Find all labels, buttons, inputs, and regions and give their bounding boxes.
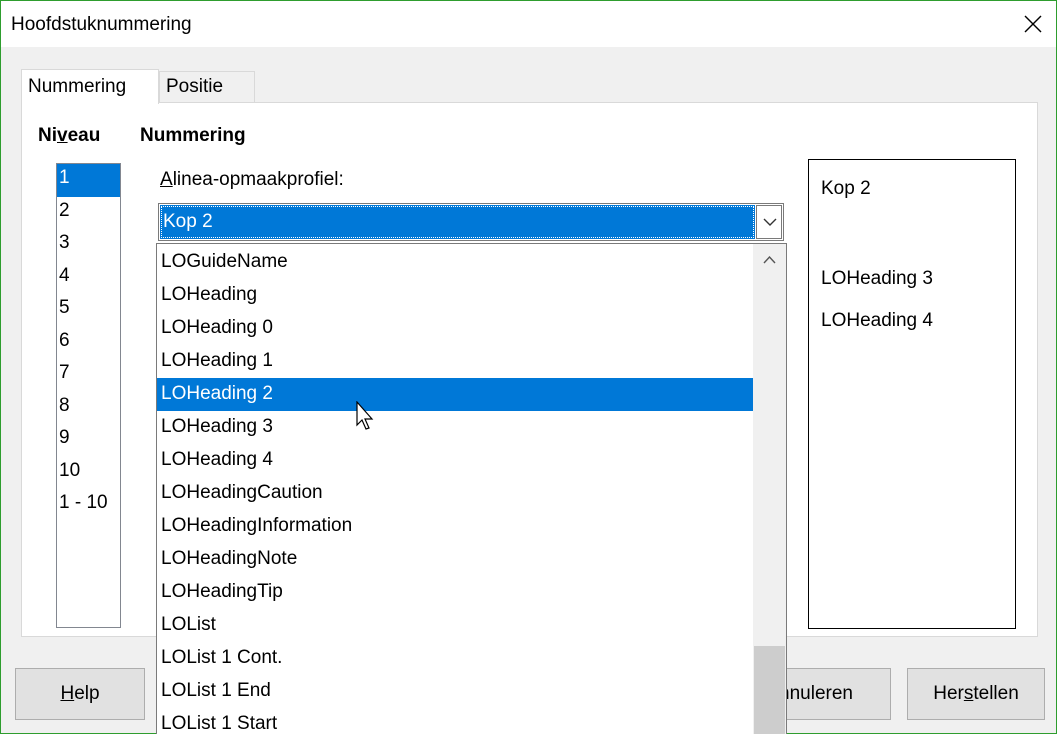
- level-item[interactable]: 6: [57, 327, 120, 360]
- dropdown-item[interactable]: LOHeadingCaution: [157, 477, 753, 510]
- level-item[interactable]: 8: [57, 392, 120, 425]
- preview-line: LOHeading 4: [821, 310, 933, 331]
- preview-line: LOHeading 3: [821, 268, 933, 289]
- dropdown-item[interactable]: LOHeadingInformation: [157, 510, 753, 543]
- scroll-up-button[interactable]: [753, 244, 786, 278]
- chevron-down-icon: [763, 218, 777, 226]
- help-button[interactable]: Help: [15, 668, 145, 720]
- mouse-pointer-icon: [356, 401, 374, 430]
- combobox-dropdown-button[interactable]: [756, 205, 782, 239]
- paragraph-style-dropdown-list[interactable]: LOGuideName LOHeading LOHeading 0 LOHead…: [156, 243, 787, 734]
- preview-pane: Kop 2 LOHeading 3 LOHeading 4: [808, 159, 1016, 629]
- level-item[interactable]: 4: [57, 262, 120, 295]
- dropdown-item[interactable]: LOHeadingNote: [157, 543, 753, 576]
- level-item[interactable]: 9: [57, 424, 120, 457]
- dropdown-scrollbar[interactable]: [753, 244, 786, 734]
- dropdown-item[interactable]: LOHeading 1: [157, 345, 753, 378]
- chevron-up-icon: [763, 256, 776, 264]
- dropdown-item[interactable]: LOGuideName: [157, 246, 753, 279]
- dropdown-item[interactable]: LOList 1 Start: [157, 708, 753, 734]
- paragraph-style-label: Alinea-opmaakprofiel:: [160, 169, 344, 190]
- level-item[interactable]: 3: [57, 229, 120, 262]
- tab-nummering[interactable]: Nummering: [21, 69, 159, 104]
- dropdown-item[interactable]: LOHeadingTip: [157, 576, 753, 609]
- window-title: Hoofdstuknummering: [11, 14, 192, 35]
- title-bar[interactable]: Hoofdstuknummering: [1, 1, 1056, 47]
- dropdown-item[interactable]: LOHeading 3: [157, 411, 753, 444]
- dropdown-item[interactable]: LOHeading 0: [157, 312, 753, 345]
- reset-button[interactable]: Herstellen: [907, 668, 1045, 720]
- level-item[interactable]: 5: [57, 294, 120, 327]
- niveau-heading: Niveau: [38, 125, 101, 146]
- close-button[interactable]: [1010, 1, 1056, 47]
- scroll-thumb[interactable]: [754, 646, 785, 734]
- level-list[interactable]: 1 2 3 4 5 6 7 8 9 10 1 - 10: [56, 163, 121, 628]
- dropdown-item-selected[interactable]: LOHeading 2: [157, 378, 753, 411]
- level-item[interactable]: 1: [57, 164, 120, 197]
- level-item[interactable]: 1 - 10: [57, 489, 120, 522]
- close-icon: [1024, 15, 1042, 33]
- dropdown-item[interactable]: LOHeading: [157, 279, 753, 312]
- level-item[interactable]: 7: [57, 359, 120, 392]
- dropdown-item[interactable]: LOList 1 Cont.: [157, 642, 753, 675]
- dropdown-item[interactable]: LOHeading 4: [157, 444, 753, 477]
- dropdown-item[interactable]: LOList: [157, 609, 753, 642]
- dropdown-item[interactable]: LOList 1 End: [157, 675, 753, 708]
- level-item[interactable]: 10: [57, 457, 120, 490]
- tab-positie[interactable]: Positie: [159, 71, 255, 103]
- preview-line: Kop 2: [821, 178, 871, 199]
- level-item[interactable]: 2: [57, 197, 120, 230]
- paragraph-style-combobox[interactable]: Kop 2: [158, 203, 784, 241]
- nummering-heading: Nummering: [140, 125, 246, 146]
- paragraph-style-value[interactable]: Kop 2: [160, 205, 755, 239]
